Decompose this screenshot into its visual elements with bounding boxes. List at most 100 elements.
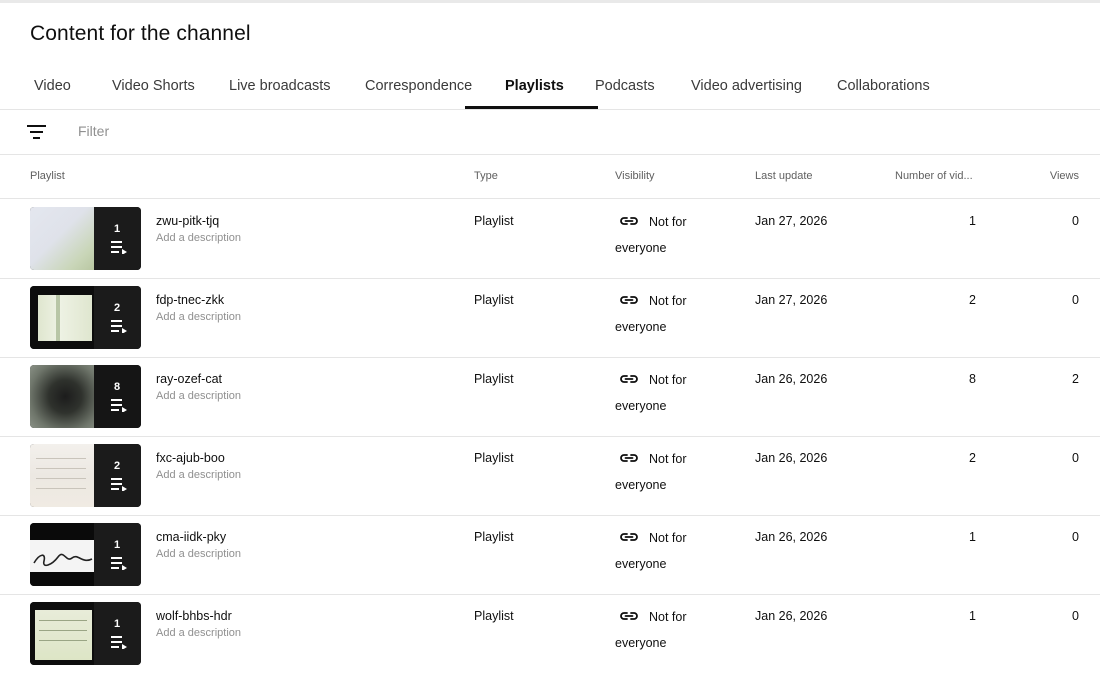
playlist-description[interactable]: Add a description	[156, 311, 241, 323]
link-icon	[620, 217, 638, 225]
last-update-date: Jan 26, 2026	[755, 451, 828, 465]
tab-podcasts[interactable]: Podcasts	[595, 78, 655, 94]
last-update-date: Jan 27, 2026	[755, 293, 828, 307]
video-count-badge: 1	[114, 223, 121, 235]
content-tabs: Video Video Shorts Live broadcasts Corre…	[0, 64, 1100, 110]
playlist-type: Playlist	[474, 530, 514, 544]
table-row[interactable]: 1 cma-iidk-pky Add a description Playlis…	[0, 515, 1100, 595]
playlist-description[interactable]: Add a description	[156, 390, 241, 402]
table-row[interactable]: 1 wolf-bhbs-hdr Add a description Playli…	[0, 594, 1100, 673]
visibility-status: Not for	[649, 452, 687, 466]
visibility-status: Not for	[649, 531, 687, 545]
playlist-description[interactable]: Add a description	[156, 548, 241, 560]
views-count: 0	[1072, 451, 1079, 465]
playlist-thumbnail[interactable]: 1	[30, 207, 141, 270]
tab-playlists[interactable]: Playlists	[505, 78, 564, 94]
last-update-date: Jan 26, 2026	[755, 372, 828, 386]
number-of-videos: 2	[969, 451, 976, 465]
table-row[interactable]: 2 fxc-ajub-boo Add a description Playlis…	[0, 436, 1100, 516]
views-count: 0	[1072, 530, 1079, 544]
playlist-type: Playlist	[474, 372, 514, 386]
playlist-type: Playlist	[474, 214, 514, 228]
playlist-description[interactable]: Add a description	[156, 469, 241, 481]
table-header: Playlist Type Visibility Last update Num…	[0, 155, 1100, 199]
link-icon	[620, 296, 638, 304]
filter-input[interactable]	[78, 123, 378, 139]
filter-bar	[0, 110, 1100, 155]
number-of-videos: 1	[969, 530, 976, 544]
playlist-type: Playlist	[474, 609, 514, 623]
last-update-date: Jan 26, 2026	[755, 530, 828, 544]
tab-video-shorts[interactable]: Video Shorts	[112, 78, 195, 94]
playlist-title[interactable]: ray-ozef-cat	[156, 372, 222, 386]
page-title: Content for the channel	[30, 22, 251, 45]
video-count-badge: 2	[114, 302, 121, 314]
last-update-date: Jan 27, 2026	[755, 214, 828, 228]
link-icon	[620, 454, 638, 462]
video-count-badge: 8	[114, 381, 121, 393]
active-tab-indicator	[465, 106, 598, 109]
views-count: 0	[1072, 214, 1079, 228]
video-count-badge: 1	[114, 618, 121, 630]
playlist-icon	[111, 399, 127, 412]
tab-correspondence[interactable]: Correspondence	[365, 78, 472, 94]
column-header-visibility[interactable]: Visibility	[615, 170, 655, 182]
link-icon	[620, 612, 638, 620]
playlist-thumbnail[interactable]: 2	[30, 444, 141, 507]
number-of-videos: 1	[969, 214, 976, 228]
filter-icon[interactable]	[27, 125, 47, 139]
visibility-status: Not for	[649, 373, 687, 387]
playlist-description[interactable]: Add a description	[156, 232, 241, 244]
visibility-status-cont: everyone	[615, 557, 667, 571]
tab-live-broadcasts[interactable]: Live broadcasts	[229, 78, 331, 94]
playlist-icon	[111, 320, 127, 333]
playlist-title[interactable]: fxc-ajub-boo	[156, 451, 225, 465]
visibility-status-cont: everyone	[615, 320, 667, 334]
playlist-thumbnail[interactable]: 8	[30, 365, 141, 428]
playlist-description[interactable]: Add a description	[156, 627, 241, 639]
tab-collaborations[interactable]: Collaborations	[837, 78, 930, 94]
number-of-videos: 1	[969, 609, 976, 623]
table-row[interactable]: 8 ray-ozef-cat Add a description Playlis…	[0, 357, 1100, 437]
views-count: 2	[1072, 372, 1079, 386]
playlist-title[interactable]: cma-iidk-pky	[156, 530, 226, 544]
playlist-type: Playlist	[474, 451, 514, 465]
video-count-badge: 1	[114, 539, 121, 551]
top-divider	[0, 0, 1100, 3]
playlist-title[interactable]: zwu-pitk-tjq	[156, 214, 219, 228]
playlist-icon	[111, 241, 127, 254]
playlist-thumbnail[interactable]: 2	[30, 286, 141, 349]
number-of-videos: 2	[969, 293, 976, 307]
thumbnail-script-text	[33, 553, 93, 567]
views-count: 0	[1072, 609, 1079, 623]
number-of-videos: 8	[969, 372, 976, 386]
visibility-status: Not for	[649, 215, 687, 229]
link-icon	[620, 533, 638, 541]
tab-video-advertising[interactable]: Video advertising	[691, 78, 802, 94]
visibility-status: Not for	[649, 610, 687, 624]
visibility-status-cont: everyone	[615, 636, 667, 650]
playlist-title[interactable]: fdp-tnec-zkk	[156, 293, 224, 307]
playlist-icon	[111, 478, 127, 491]
playlist-icon	[111, 636, 127, 649]
playlist-title[interactable]: wolf-bhbs-hdr	[156, 609, 232, 623]
tab-video[interactable]: Video	[34, 78, 71, 94]
column-header-playlist[interactable]: Playlist	[30, 170, 65, 182]
link-icon	[620, 375, 638, 383]
visibility-status: Not for	[649, 294, 687, 308]
last-update-date: Jan 26, 2026	[755, 609, 828, 623]
column-header-number-of-videos[interactable]: Number of vid...	[895, 170, 973, 182]
playlist-type: Playlist	[474, 293, 514, 307]
column-header-views[interactable]: Views	[1050, 170, 1079, 182]
table-row[interactable]: 1 zwu-pitk-tjq Add a description Playlis…	[0, 199, 1100, 279]
column-header-last-update[interactable]: Last update	[755, 170, 813, 182]
playlist-thumbnail[interactable]: 1	[30, 602, 141, 665]
playlist-icon	[111, 557, 127, 570]
table-row[interactable]: 2 fdp-tnec-zkk Add a description Playlis…	[0, 278, 1100, 358]
column-header-type[interactable]: Type	[474, 170, 498, 182]
views-count: 0	[1072, 293, 1079, 307]
playlist-thumbnail[interactable]: 1	[30, 523, 141, 586]
visibility-status-cont: everyone	[615, 399, 667, 413]
visibility-status-cont: everyone	[615, 478, 667, 492]
visibility-status-cont: everyone	[615, 241, 667, 255]
